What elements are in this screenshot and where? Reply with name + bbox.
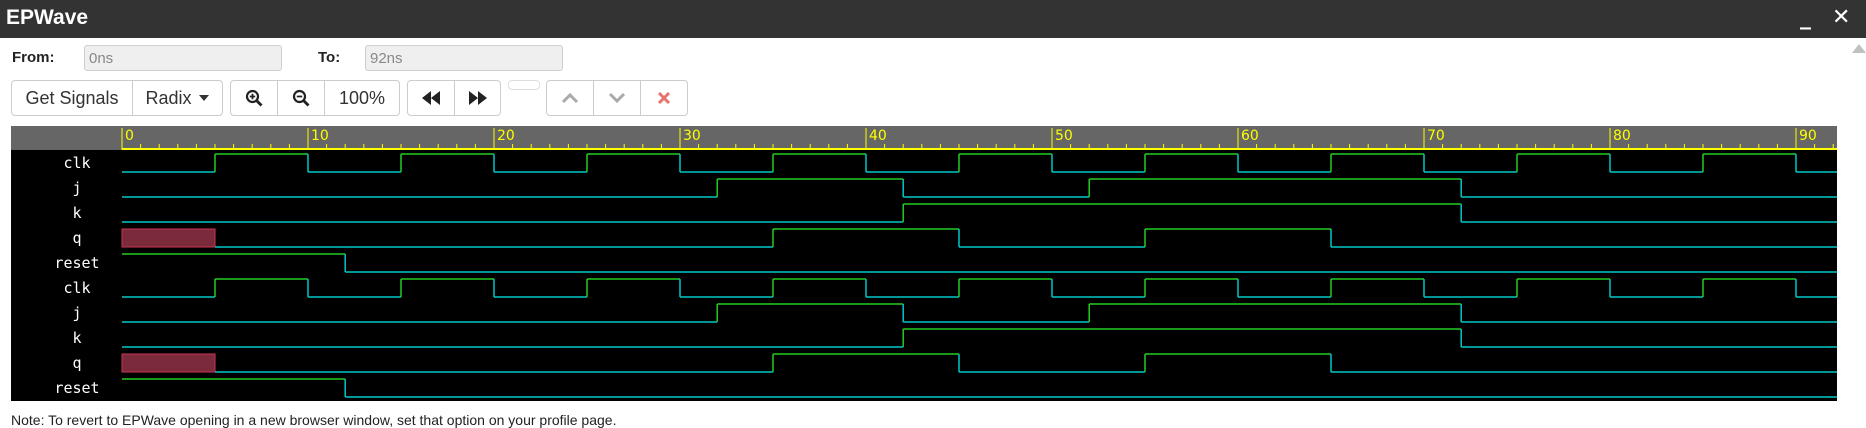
signal-name-q: q	[72, 229, 81, 247]
signal-button-group: Get Signals Radix	[11, 80, 223, 116]
ruler-label: 70	[1427, 128, 1445, 144]
zoom-button-group: 100%	[230, 80, 400, 116]
ruler-label: 20	[497, 128, 515, 144]
ruler-label: 0	[125, 128, 134, 144]
ruler-label: 60	[1241, 128, 1259, 144]
empty-button[interactable]	[508, 80, 540, 90]
close-icon	[657, 91, 671, 105]
unknown-value-block	[121, 353, 216, 373]
signal-name-reset: reset	[54, 254, 99, 272]
scroll-up-arrow[interactable]	[1852, 44, 1866, 53]
rewind-button[interactable]	[408, 81, 455, 115]
window-title: EPWave	[6, 6, 89, 29]
navigation-button-group	[407, 80, 501, 116]
get-signals-button[interactable]: Get Signals	[12, 81, 133, 115]
chevron-down-icon	[608, 92, 626, 104]
zoom-out-icon	[292, 89, 310, 107]
radix-button[interactable]: Radix	[133, 81, 222, 115]
to-label: To:	[318, 49, 341, 66]
zoom-out-button[interactable]	[278, 81, 325, 115]
remove-signal-button[interactable]	[641, 81, 687, 115]
signal-name-j: j	[72, 304, 81, 322]
signal-name-k: k	[72, 204, 81, 222]
signal-name-k: k	[72, 329, 81, 347]
move-down-button[interactable]	[594, 81, 641, 115]
title-bar: EPWave _ ✕	[0, 0, 1866, 38]
zoom-in-button[interactable]	[231, 81, 278, 115]
signal-name-reset: reset	[54, 379, 99, 397]
signal-name-clk: clk	[63, 279, 90, 297]
chevron-up-icon	[561, 92, 579, 104]
zoom-in-icon	[245, 89, 263, 107]
ruler-label: 50	[1055, 128, 1073, 144]
time-ruler	[11, 126, 1837, 150]
zoom-level-button[interactable]: 100%	[325, 81, 399, 115]
waveform-viewer[interactable]: 0 10 20 30 40 50 60 70 80 90 clk j k q reset clk j k q rese…	[11, 126, 1837, 401]
signal-name-j: j	[72, 179, 81, 197]
ruler-label: 10	[311, 128, 329, 144]
signal-name-clk: clk	[63, 154, 90, 172]
ruler-label: 90	[1799, 128, 1817, 144]
rewind-icon	[422, 91, 440, 105]
close-window-button[interactable]: ✕	[1832, 4, 1850, 32]
fast-forward-button[interactable]	[455, 81, 500, 115]
caret-down-icon	[198, 95, 209, 101]
radix-label: Radix	[145, 87, 192, 108]
minimize-button[interactable]: _	[1800, 4, 1811, 32]
move-up-button[interactable]	[547, 81, 594, 115]
from-input[interactable]: 0ns	[84, 45, 282, 71]
ruler-label: 30	[683, 128, 701, 144]
ruler-label: 80	[1613, 128, 1631, 144]
ruler-label: 40	[869, 128, 887, 144]
to-input[interactable]: 92ns	[365, 45, 563, 71]
from-label: From:	[12, 49, 55, 66]
signal-name-q: q	[72, 354, 81, 372]
unknown-value-block	[121, 228, 216, 248]
fast-forward-icon	[468, 91, 487, 105]
waveform-canvas[interactable]: 0 10 20 30 40 50 60 70 80 90clkjkqresetclkjkqrese…	[11, 126, 1837, 401]
footer-note: Note: To revert to EPWave opening in a n…	[11, 412, 617, 428]
signal-nav-button-group	[546, 80, 688, 116]
